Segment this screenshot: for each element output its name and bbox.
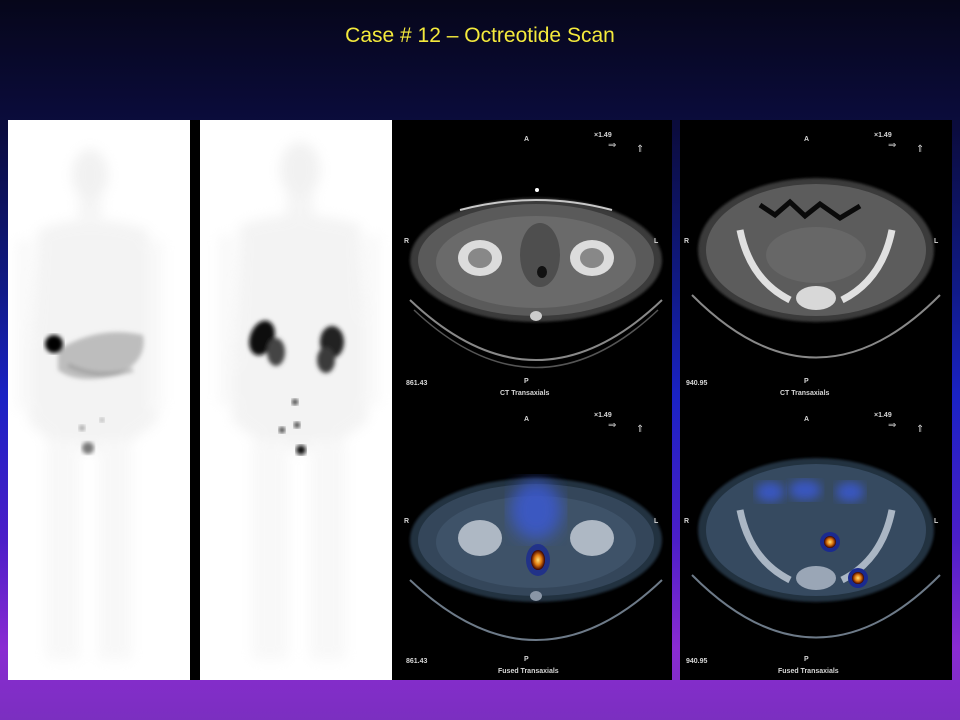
arrow-up-icon: ⇑ xyxy=(916,144,925,155)
posterior-label: P xyxy=(524,656,529,663)
left-label: L xyxy=(654,238,659,245)
ct-panel-pelvis: A R L ×1.49 ⇒ ⇑ 861.43 P CT Transaxials xyxy=(400,120,672,680)
left-label: L xyxy=(934,518,939,525)
left-label: L xyxy=(654,518,659,525)
arrow-up-icon: ⇑ xyxy=(636,144,645,155)
ct-panel-abdomen: A R L ×1.49 ⇒ ⇑ 940.95 P CT Transaxials xyxy=(680,120,952,680)
anterior-label: A xyxy=(804,416,810,423)
ct-transaxial-view: A R L ×1.49 ⇒ ⇑ 861.43 P CT Transaxials xyxy=(400,120,672,400)
zoom-label: ×1.49 xyxy=(874,412,892,419)
anterior-label: A xyxy=(804,136,810,143)
measurement-value: 940.95 xyxy=(686,380,708,387)
right-label: R xyxy=(684,238,690,245)
arrow-right-icon: ⇒ xyxy=(888,140,897,151)
left-label: L xyxy=(934,238,939,245)
measurement-value: 940.95 xyxy=(686,658,708,665)
zoom-label: ×1.49 xyxy=(874,132,892,139)
arrow-up-icon: ⇑ xyxy=(636,424,645,435)
view-caption: Fused Transaxials xyxy=(778,668,839,675)
anterior-label: A xyxy=(524,136,530,143)
right-label: R xyxy=(404,518,410,525)
ct-transaxial-view: A R L ×1.49 ⇒ ⇑ 940.95 P CT Transaxials xyxy=(680,120,952,400)
panel-divider xyxy=(392,120,400,680)
fused-transaxial-view: A R L ×1.49 ⇒ ⇑ 940.95 P Fused Transaxia… xyxy=(680,400,952,680)
measurement-value: 861.43 xyxy=(406,380,428,387)
view-caption: CT Transaxials xyxy=(780,390,830,397)
anterior-label: A xyxy=(524,416,530,423)
right-label: R xyxy=(684,518,690,525)
slide-title: Case # 12 – Octreotide Scan xyxy=(345,24,615,47)
arrow-right-icon: ⇒ xyxy=(608,140,617,151)
posterior-label: P xyxy=(804,656,809,663)
view-caption: Fused Transaxials xyxy=(498,668,559,675)
zoom-label: ×1.49 xyxy=(594,132,612,139)
fused-transaxial-view: A R L ×1.49 ⇒ ⇑ 861.43 P Fused Transaxia… xyxy=(400,400,672,680)
posterior-label: P xyxy=(524,378,529,385)
planar-scan-anterior xyxy=(8,120,190,680)
posterior-label: P xyxy=(804,378,809,385)
view-caption: CT Transaxials xyxy=(500,390,550,397)
arrow-right-icon: ⇒ xyxy=(888,420,897,431)
arrow-up-icon: ⇑ xyxy=(916,424,925,435)
zoom-label: ×1.49 xyxy=(594,412,612,419)
arrow-right-icon: ⇒ xyxy=(608,420,617,431)
right-label: R xyxy=(404,238,410,245)
panel-divider xyxy=(190,120,200,680)
measurement-value: 861.43 xyxy=(406,658,428,665)
planar-scan-posterior xyxy=(200,120,392,680)
